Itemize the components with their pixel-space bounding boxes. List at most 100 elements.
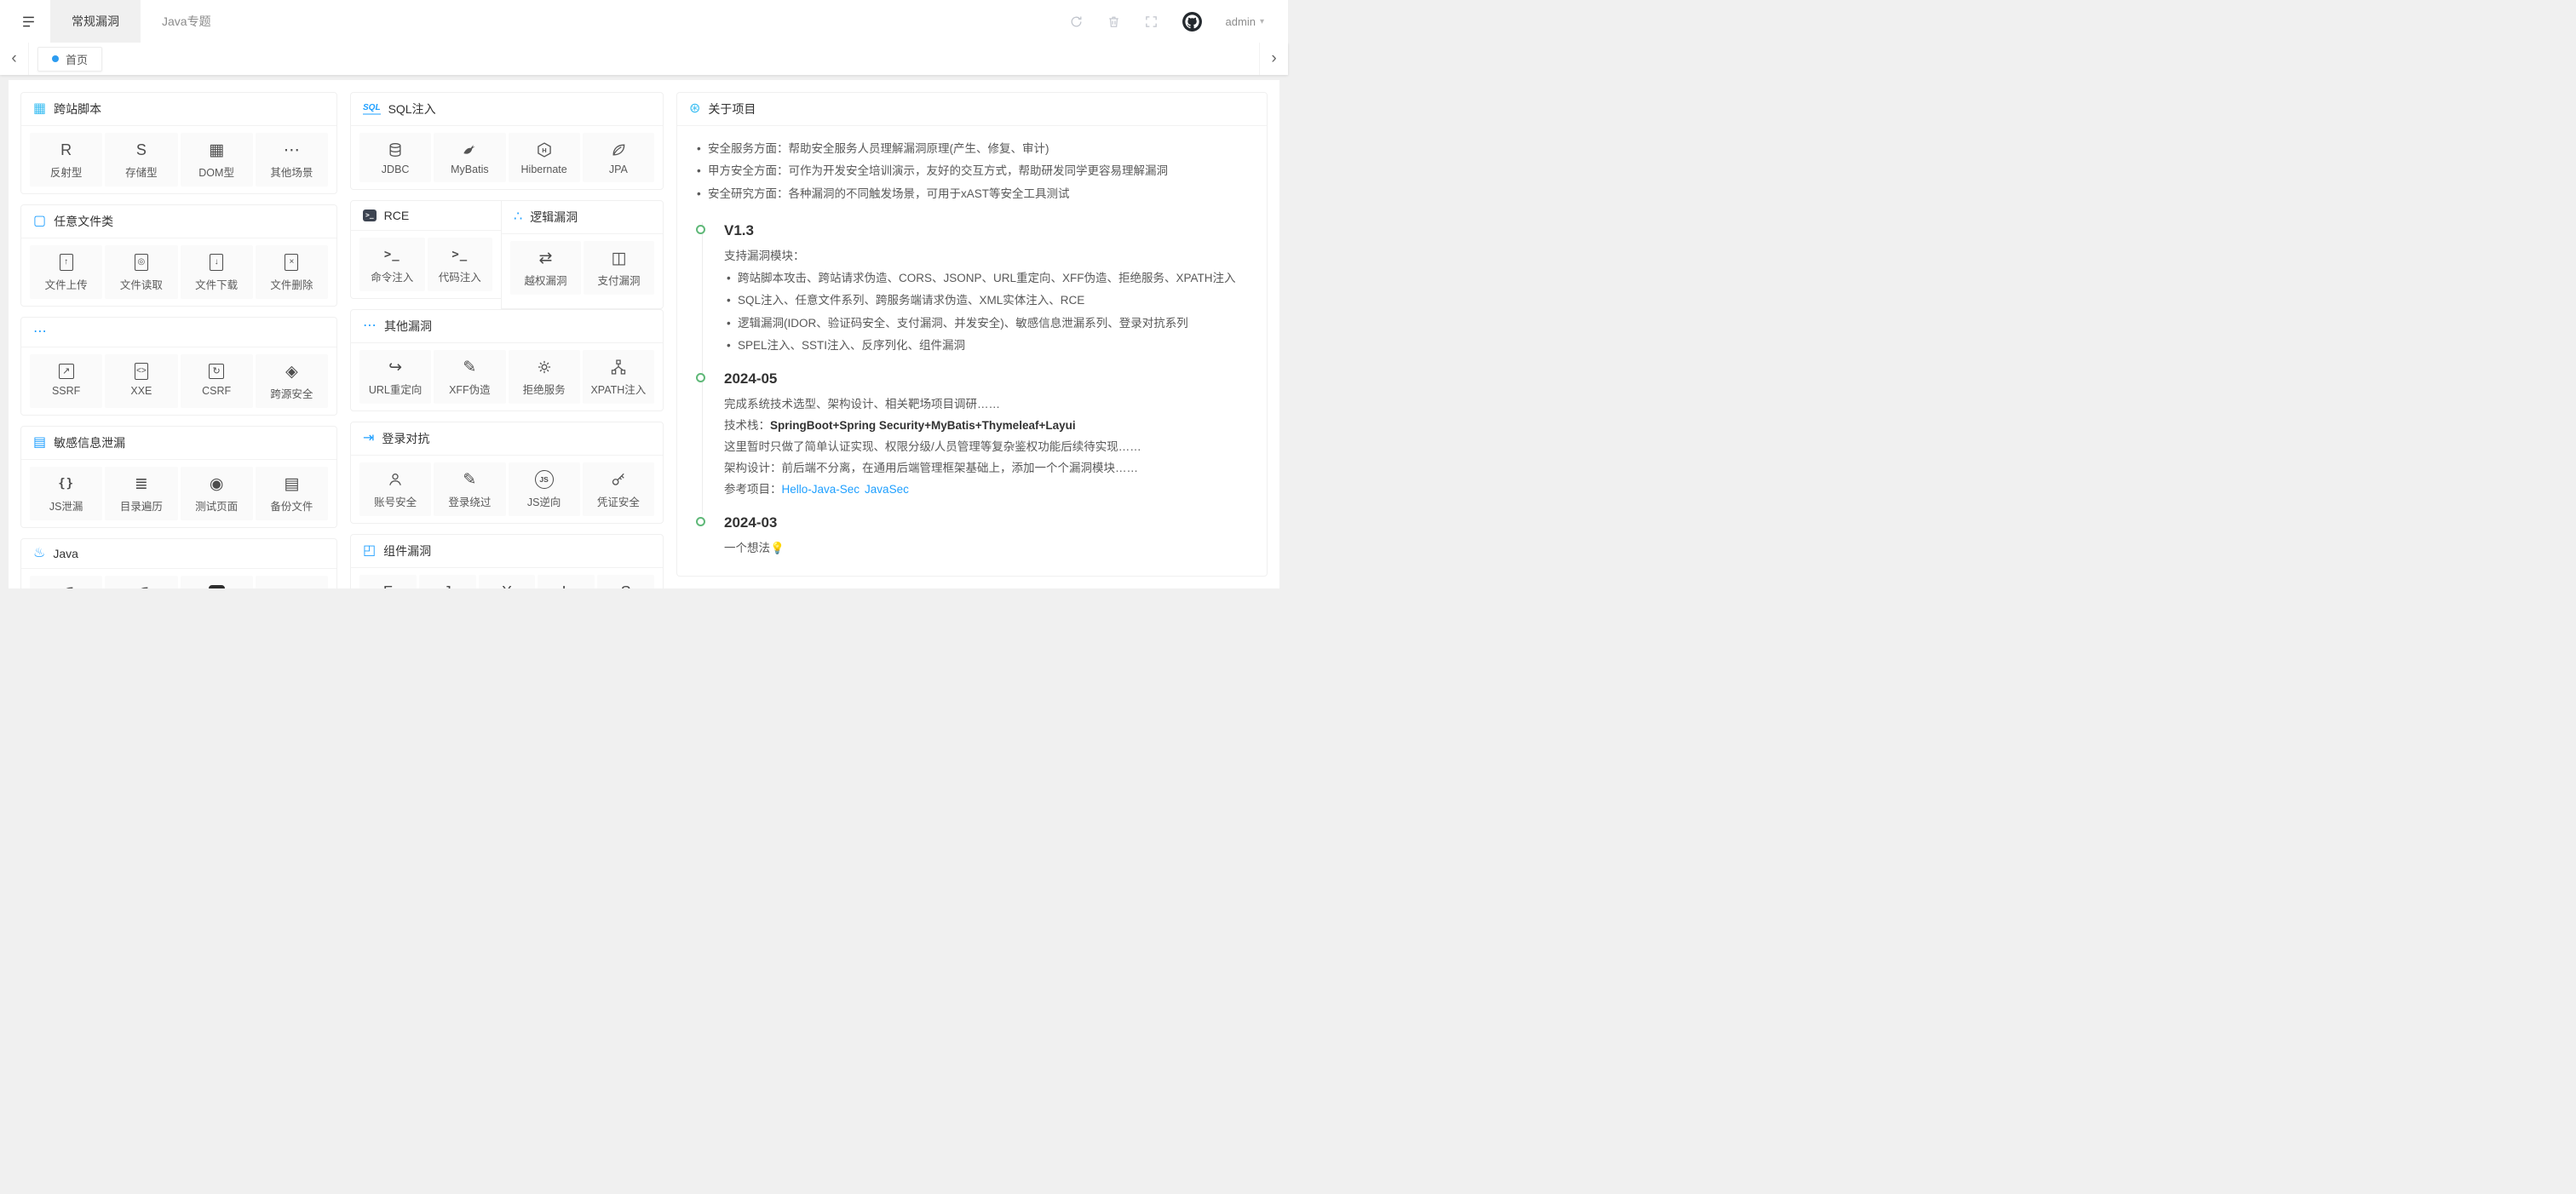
sensitive-card-icon: ▤ [33, 436, 46, 450]
vuln-item-dos[interactable]: 拒绝服务 [509, 350, 580, 404]
vuln-item-file-delete[interactable]: × 文件删除 [256, 245, 328, 299]
vuln-item-file-upload[interactable]: ↑ 文件上传 [30, 245, 102, 299]
card-title: 任意文件类 [54, 213, 113, 230]
tabs-scroll-right-icon[interactable]: › [1259, 43, 1288, 75]
vuln-item-jdbc[interactable]: JDBC [359, 133, 431, 182]
leaf-icon [106, 583, 175, 588]
vuln-item-code-injection[interactable]: >_ 代码注入 [428, 238, 493, 291]
card-body: F Fastjson J Jackson X XStream L Log4j2 … [351, 568, 663, 588]
column-left: ▦ 跨站脚本 R 反射型 S 存储型 ▦ DOM型 ⋯ 其他场景 [20, 92, 337, 577]
vuln-item-shiro[interactable]: S Shiro [597, 575, 654, 588]
database-icon [361, 141, 429, 159]
vuln-item-cross-origin[interactable]: ◈ 跨源安全 [256, 354, 328, 408]
vuln-item-account-security[interactable]: 账号安全 [359, 462, 431, 516]
vuln-item-file-download[interactable]: ↓ 文件下载 [181, 245, 253, 299]
tabs-scroll-left-icon[interactable]: ‹ [0, 43, 29, 75]
vuln-item-jpa[interactable]: JPA [583, 133, 654, 182]
vuln-item-command-injection[interactable]: >_ 命令注入 [359, 238, 425, 291]
reference-label: 参考项目： [724, 483, 782, 496]
vuln-item-dir-traversal[interactable]: ≣ 目录遍历 [105, 467, 177, 520]
icon-glyph: ◎ [135, 254, 148, 271]
timeline-text: 这里暂时只做了简单认证实现、权限分级/人员管理等复杂鉴权功能后续待实现…… [724, 437, 1250, 458]
vuln-item-credential-security[interactable]: 凭证安全 [583, 462, 654, 516]
timeline-bullet: SPEL注入、SSTI注入、反序列化、组件漏洞 [724, 335, 1250, 357]
item-label: 跨源安全 [257, 385, 326, 401]
item-label: XPATH注入 [584, 381, 653, 397]
vuln-item-ssrf[interactable]: ↗ SSRF [30, 354, 102, 408]
terminal-icon: >_ [361, 245, 423, 264]
vuln-item-xxe[interactable]: <> XXE [105, 354, 177, 408]
vuln-item-dom-xss[interactable]: ▦ DOM型 [181, 133, 253, 187]
vuln-item-test-page[interactable]: ◉ 测试页面 [181, 467, 253, 520]
vuln-item-xff-forgery[interactable]: ✎ XFF伪造 [434, 350, 505, 404]
refresh-icon[interactable] [1069, 14, 1084, 29]
ellipsis-card-icon: ⋯ [363, 319, 377, 333]
card-title: 敏感信息泄漏 [54, 434, 125, 451]
vuln-item-stored-xss[interactable]: S 存储型 [105, 133, 177, 187]
timeline-entry-v1-3: V1.3 支持漏洞模块： 跨站脚本攻击、跨站请求伪造、CORS、JSONP、UR… [702, 222, 1250, 370]
vuln-item-hibernate[interactable]: Hibernate [509, 133, 580, 182]
clear-cache-icon[interactable] [1107, 14, 1121, 29]
card-title: 逻辑漏洞 [530, 209, 578, 226]
collapse-sidebar-icon[interactable] [20, 14, 37, 30]
vuln-item-deserialization[interactable]: json 反序列化 [256, 576, 328, 588]
vuln-item-file-read[interactable]: ◎ 文件读取 [105, 245, 177, 299]
vuln-item-ssti-injection[interactable]: # SSTI注入 [181, 576, 253, 588]
item-label: JS泄漏 [32, 497, 101, 514]
vuln-item-idor[interactable]: ⇄ 越权漏洞 [510, 241, 581, 295]
timeline-bullet: 跨站脚本攻击、跨站请求伪造、CORS、JSONP、URL重定向、XFF伪造、拒绝… [724, 267, 1250, 290]
card-header: ⇥ 登录对抗 [351, 422, 663, 456]
card-title: RCE [384, 209, 410, 222]
vuln-item-mybatis[interactable]: MyBatis [434, 133, 505, 182]
about-card-icon: ⊛ [689, 102, 700, 116]
shield-icon: ◈ [257, 362, 326, 381]
vuln-item-spel-injection[interactable]: SPEL注入 [105, 576, 177, 588]
card-body: >_ 命令注入 >_ 代码注入 [351, 231, 501, 298]
item-label: 凭证安全 [584, 493, 653, 509]
github-icon[interactable] [1182, 11, 1203, 32]
vuln-item-xss-other[interactable]: ⋯ 其他场景 [256, 133, 328, 187]
item-label: XXE [106, 385, 175, 397]
js-circle-icon: JS [510, 470, 578, 489]
fullscreen-icon[interactable] [1144, 14, 1159, 29]
vuln-item-js-reverse[interactable]: JS JS逆向 [509, 462, 580, 516]
vuln-item-csrf[interactable]: ↻ CSRF [181, 354, 253, 408]
timeline-dot-icon [696, 373, 705, 382]
card-component-vulns: ◰ 组件漏洞 F Fastjson J Jackson X XStream L [350, 534, 664, 588]
card-title: SQL注入 [388, 100, 436, 118]
timeline-text: 一个想法💡 [724, 538, 1250, 560]
vuln-item-jackson[interactable]: J Jackson [419, 575, 476, 588]
letter-j-icon: J [421, 583, 474, 588]
about-bullet: 甲方安全方面：可作为开发安全培训演示，友好的交互方式，帮助研发同学更容易理解漏洞 [694, 160, 1250, 182]
card-xss: ▦ 跨站脚本 R 反射型 S 存储型 ▦ DOM型 ⋯ 其他场景 [20, 92, 337, 194]
card-body: R 反射型 S 存储型 ▦ DOM型 ⋯ 其他场景 [21, 126, 336, 193]
vuln-item-backup-file[interactable]: ▤ 备份文件 [256, 467, 328, 520]
column-middle: SQL SQL注入 JDBC MyBatis Hibernate [350, 92, 664, 577]
vuln-item-xstream[interactable]: X XStream [479, 575, 536, 588]
letter-s-icon: S [106, 141, 175, 159]
card-header: ▤ 敏感信息泄漏 [21, 427, 336, 460]
vuln-item-springboot[interactable]: SpringBoot [30, 576, 102, 588]
vuln-item-url-redirect[interactable]: ↪ URL重定向 [359, 350, 431, 404]
vuln-item-js-leak[interactable]: {} JS泄漏 [30, 467, 102, 520]
vuln-item-fastjson[interactable]: F Fastjson [359, 575, 417, 588]
tab-java-topics[interactable]: Java专题 [141, 0, 233, 43]
vuln-item-xpath-injection[interactable]: XPATH注入 [583, 350, 654, 404]
item-label: URL重定向 [361, 381, 429, 397]
vuln-item-payment[interactable]: ◫ 支付漏洞 [584, 241, 654, 295]
list-icon: ≣ [106, 474, 175, 493]
about-bullet: 安全研究方面：各种漏洞的不同触发场景，可用于xAST等安全工具测试 [694, 183, 1250, 205]
user-menu[interactable]: admin ▾ [1226, 15, 1264, 28]
card-header: SQL SQL注入 [351, 93, 663, 126]
vuln-item-login-bypass[interactable]: ✎ 登录绕过 [434, 462, 505, 516]
card-about-project: ⊛ 关于项目 安全服务方面：帮助安全服务人员理解漏洞原理(产生、修复、审计) 甲… [676, 92, 1268, 577]
vuln-item-reflected-xss[interactable]: R 反射型 [30, 133, 102, 187]
card-body: JDBC MyBatis Hibernate JPA [351, 126, 663, 189]
tab-general-vulns[interactable]: 常规漏洞 [50, 0, 141, 43]
link-hello-java-sec[interactable]: Hello-Java-Sec [782, 483, 860, 496]
card-body: {} JS泄漏 ≣ 目录遍历 ◉ 测试页面 ▤ 备份文件 [21, 460, 336, 527]
card-title: 跨站脚本 [54, 100, 101, 118]
tab-home[interactable]: 首页 [37, 47, 102, 72]
link-javasec[interactable]: JavaSec [865, 483, 909, 496]
vuln-item-log4j2[interactable]: L Log4j2 [538, 575, 595, 588]
